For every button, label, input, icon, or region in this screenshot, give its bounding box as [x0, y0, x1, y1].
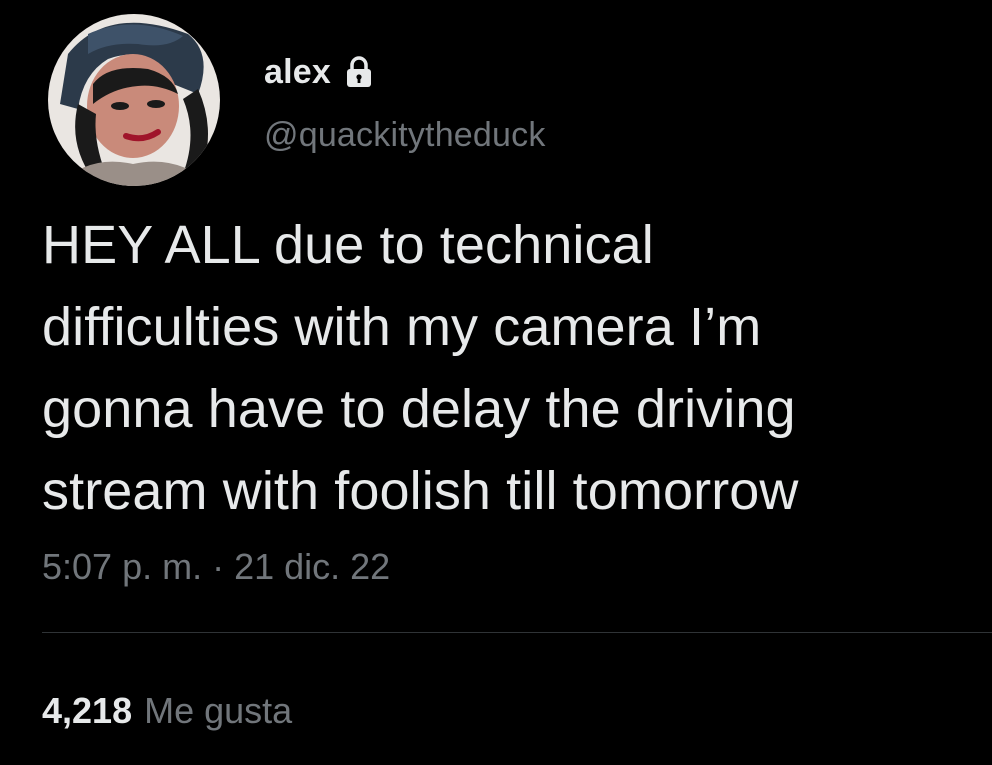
tweet-line: difficulties with my camera I’m: [42, 297, 762, 357]
divider: [42, 632, 992, 633]
user-handle[interactable]: @quackitytheduck: [264, 116, 546, 155]
likes-label: Me gusta: [144, 690, 293, 731]
user-info[interactable]: alex @quackitytheduck: [264, 50, 546, 155]
tweet-line: stream with foolish till tomorrow: [42, 461, 799, 521]
likes-count: 4,218: [42, 690, 133, 731]
tweet-card: alex @quackitytheduck HEY ALL due to tec…: [0, 0, 992, 765]
display-name[interactable]: alex: [264, 53, 331, 92]
tweet-line: HEY ALL due to technical: [42, 215, 654, 275]
tweet-timestamp[interactable]: 5:07 p. m. · 21 dic. 22: [42, 546, 390, 588]
display-name-row: alex: [264, 50, 546, 94]
likes-stat[interactable]: 4,218 Me gusta: [42, 690, 292, 732]
avatar-image: [48, 14, 220, 186]
tweet-line: gonna have to delay the driving: [42, 379, 796, 439]
lock-icon: [345, 55, 373, 89]
avatar[interactable]: [48, 14, 220, 186]
tweet-text: HEY ALL due to technical difficulties wi…: [42, 204, 972, 532]
